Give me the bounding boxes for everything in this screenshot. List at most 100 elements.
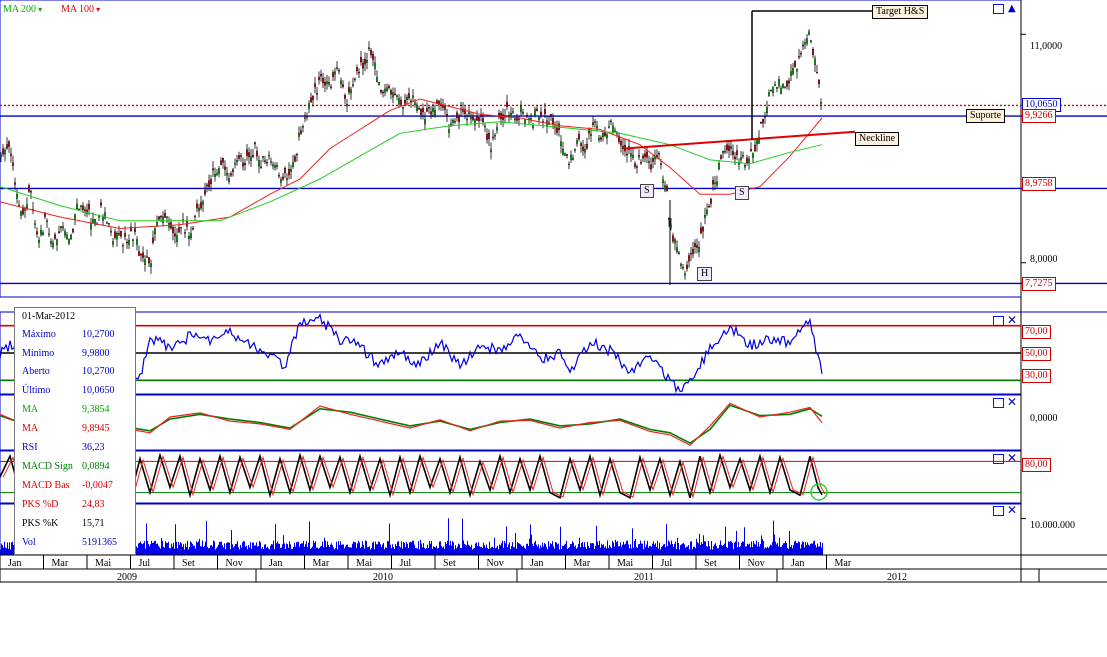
candle-body [118,232,120,236]
candle-body [396,95,398,97]
candle-body [114,231,116,238]
candle-body [238,155,240,159]
ma200-legend[interactable]: MA 200 ▾ [3,4,42,15]
candle-body [370,50,372,56]
neckline-line [624,130,856,150]
dropdown-icon[interactable]: ▾ [94,5,100,14]
close-icon[interactable]: ✕ [1007,452,1017,464]
price-tick-11: 11,0000 [1030,41,1063,52]
candle-body [376,77,378,83]
info-row: Aberto 10,2700 [15,363,135,381]
candle-body [458,117,460,123]
candle-body [330,86,332,88]
candle-body [424,119,426,125]
candle-body [312,95,314,101]
candle-body [266,162,268,164]
candle-body [12,162,14,166]
maximize-icon[interactable] [993,4,1004,14]
month-label: Jan [791,558,804,569]
candle-body [148,257,150,264]
macd-tick-0: 0,0000 [1030,413,1058,424]
settings-icon[interactable]: ▲ [1008,4,1016,14]
candle-body [360,56,362,63]
info-value: 9,3854 [82,404,110,415]
ma100-legend[interactable]: MA 100 ▾ [61,4,100,15]
candle-body [62,226,64,229]
candle-body [50,241,52,244]
candle-body [666,185,668,191]
candle-body [660,163,662,166]
candle-body [804,42,806,45]
candle-body [776,87,778,89]
candle-body [184,232,186,234]
candle-body [480,114,482,117]
maximize-icon[interactable] [993,316,1004,326]
candle-body [706,209,708,214]
candle-body [134,228,136,232]
candle-body [352,84,354,87]
month-label: Mar [52,558,69,569]
candle-body [76,203,78,210]
candle-body [298,132,300,137]
dropdown-icon[interactable]: ▾ [36,5,42,14]
candle-body [196,203,198,209]
month-label: Mai [617,558,633,569]
candle-body [374,62,376,69]
info-value: 9,9800 [82,348,110,359]
candle-body [74,214,76,220]
candle-body [426,108,428,112]
candle-body [748,158,750,163]
candle-body [222,157,224,163]
candle-body [580,143,582,146]
candle-body [762,118,764,124]
price-tick-8: 8,0000 [1030,254,1058,265]
year-label: 2011 [634,572,654,583]
candle-body [236,160,238,163]
candle-body [242,162,244,167]
candle-body [208,180,210,187]
candle-body [642,155,644,159]
candle-body [534,109,536,115]
candle-body [272,164,274,167]
candle-body [230,173,232,176]
candle-body [796,68,798,72]
candle-body [716,181,718,186]
candle-body [154,228,156,235]
maximize-icon[interactable] [993,398,1004,408]
maximize-icon[interactable] [993,454,1004,464]
candle-body [128,240,130,245]
candle-body [544,108,546,115]
candle-body [512,111,514,113]
candle-body [216,173,218,175]
candle-body [640,162,642,164]
candle-body [64,231,66,236]
close-icon[interactable]: ✕ [1007,504,1017,516]
candle-body [342,84,344,87]
candle-body [398,98,400,105]
candle-body [326,81,328,85]
month-label: Jan [530,558,543,569]
candle-body [810,40,812,42]
month-label: Nov [487,558,504,569]
candle-body [322,78,324,84]
candle-body [116,233,118,240]
candle-body [610,120,612,123]
candle-body [582,146,584,151]
close-icon[interactable]: ✕ [1007,314,1017,326]
candle-body [260,166,262,169]
maximize-icon[interactable] [993,506,1004,516]
candle-body [622,145,624,149]
candle-body [88,203,90,210]
candle-body [786,80,788,87]
candle-body [38,239,40,243]
candle-body [466,118,468,121]
candle-body [286,178,288,180]
candle-body [138,251,140,256]
info-row: Máximo 10,2700 [15,326,135,344]
candle-body [710,199,712,204]
info-key: Aberto [22,366,50,377]
candle-body [572,157,574,160]
close-icon[interactable]: ✕ [1007,396,1017,408]
candle-body [626,153,628,156]
candle-body [378,82,380,85]
